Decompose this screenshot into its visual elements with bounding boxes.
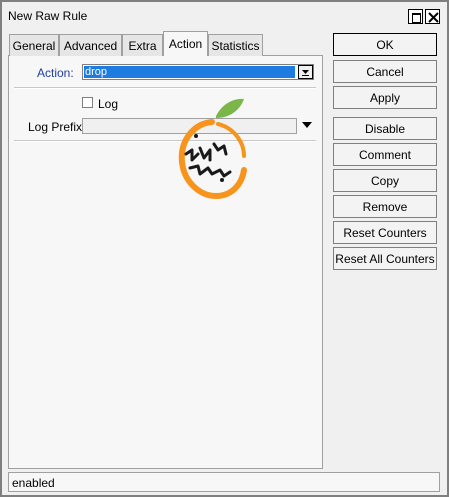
log-prefix-label: Log Prefix:	[28, 120, 86, 134]
tab-advanced[interactable]: Advanced	[59, 34, 122, 56]
reset-all-counters-button[interactable]: Reset All Counters	[333, 247, 437, 270]
title-bar: New Raw Rule	[2, 2, 447, 28]
chevron-down-icon[interactable]	[298, 65, 313, 79]
disable-button[interactable]: Disable	[333, 117, 437, 140]
close-icon[interactable]	[425, 9, 440, 24]
remove-button[interactable]: Remove	[333, 195, 437, 218]
comment-button[interactable]: Comment	[333, 143, 437, 166]
action-label: Action:	[37, 66, 74, 80]
status-text: enabled	[12, 476, 55, 490]
cancel-button[interactable]: Cancel	[333, 60, 437, 83]
restore-icon[interactable]	[408, 9, 423, 24]
reset-counters-button[interactable]: Reset Counters	[333, 221, 437, 244]
watermark-logo	[178, 98, 247, 200]
window: New Raw Rule General Advanced Extra Acti…	[0, 0, 449, 497]
copy-button[interactable]: Copy	[333, 169, 437, 192]
ok-button[interactable]: OK	[333, 33, 437, 56]
window-title: New Raw Rule	[8, 9, 88, 23]
log-checkbox[interactable]	[82, 97, 93, 108]
action-select[interactable]: drop	[82, 64, 314, 80]
tab-action[interactable]: Action	[163, 31, 208, 56]
divider	[14, 141, 316, 142]
log-prefix-dropdown-icon[interactable]	[302, 122, 312, 128]
tab-general[interactable]: General	[9, 34, 59, 56]
divider	[14, 88, 316, 89]
tab-extra[interactable]: Extra	[122, 34, 163, 56]
log-label: Log	[98, 97, 119, 111]
apply-button[interactable]: Apply	[333, 86, 437, 109]
tab-statistics[interactable]: Statistics	[208, 34, 263, 56]
status-bar: enabled	[8, 472, 440, 492]
action-select-value: drop	[84, 66, 295, 78]
